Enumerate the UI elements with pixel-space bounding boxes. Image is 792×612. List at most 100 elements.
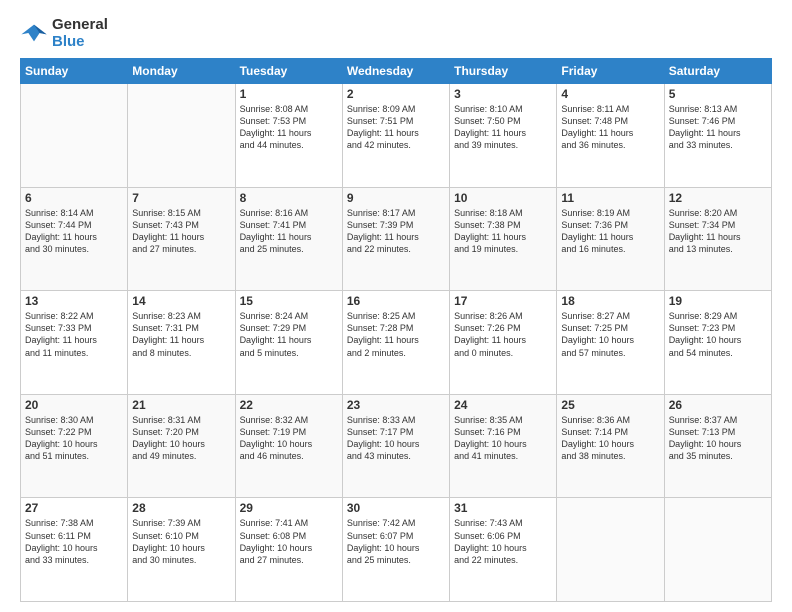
cell-info: Sunrise: 8:36 AM Sunset: 7:14 PM Dayligh… bbox=[561, 414, 659, 463]
cell-info: Sunrise: 7:38 AM Sunset: 6:11 PM Dayligh… bbox=[25, 517, 123, 566]
day-number: 19 bbox=[669, 294, 767, 308]
cell-info: Sunrise: 8:18 AM Sunset: 7:38 PM Dayligh… bbox=[454, 207, 552, 256]
calendar-cell: 12 Sunrise: 8:20 AM Sunset: 7:34 PM Dayli… bbox=[664, 187, 771, 291]
day-number: 15 bbox=[240, 294, 338, 308]
calendar-cell: 13Sunrise: 8:22 AM Sunset: 7:33 PM Dayli… bbox=[21, 291, 128, 395]
day-number: 12 bbox=[669, 191, 767, 205]
calendar-cell: 20Sunrise: 8:30 AM Sunset: 7:22 PM Dayli… bbox=[21, 394, 128, 498]
week-row-5: 27 Sunrise: 7:38 AM Sunset: 6:11 PM Dayli… bbox=[21, 498, 772, 602]
day-number: 6 bbox=[25, 191, 123, 205]
col-header-thursday: Thursday bbox=[450, 59, 557, 84]
day-number: 10 bbox=[454, 191, 552, 205]
cell-info: Sunrise: 8:27 AM Sunset: 7:25 PM Dayligh… bbox=[561, 310, 659, 359]
col-header-friday: Friday bbox=[557, 59, 664, 84]
day-number: 18 bbox=[561, 294, 659, 308]
day-number: 3 bbox=[454, 87, 552, 101]
page: General Blue SundayMondayTuesdayWednesda… bbox=[0, 0, 792, 612]
day-number: 27 bbox=[25, 501, 123, 515]
day-number: 14 bbox=[132, 294, 230, 308]
day-number: 17 bbox=[454, 294, 552, 308]
day-number: 21 bbox=[132, 398, 230, 412]
cell-info: Sunrise: 7:39 AM Sunset: 6:10 PM Dayligh… bbox=[132, 517, 230, 566]
calendar-cell: 6 Sunrise: 8:14 AM Sunset: 7:44 PM Daylig… bbox=[21, 187, 128, 291]
day-number: 1 bbox=[240, 87, 338, 101]
week-row-4: 20Sunrise: 8:30 AM Sunset: 7:22 PM Dayli… bbox=[21, 394, 772, 498]
day-number: 8 bbox=[240, 191, 338, 205]
cell-info: Sunrise: 8:14 AM Sunset: 7:44 PM Dayligh… bbox=[25, 207, 123, 256]
calendar-table: SundayMondayTuesdayWednesdayThursdayFrid… bbox=[20, 58, 772, 602]
calendar-cell bbox=[664, 498, 771, 602]
calendar-cell: 18 Sunrise: 8:27 AM Sunset: 7:25 PM Dayli… bbox=[557, 291, 664, 395]
col-header-sunday: Sunday bbox=[21, 59, 128, 84]
calendar-cell: 3Sunrise: 8:10 AM Sunset: 7:50 PM Daylig… bbox=[450, 84, 557, 188]
cell-info: Sunrise: 8:26 AM Sunset: 7:26 PM Dayligh… bbox=[454, 310, 552, 359]
calendar-cell: 25 Sunrise: 8:36 AM Sunset: 7:14 PM Dayli… bbox=[557, 394, 664, 498]
calendar-cell: 16Sunrise: 8:25 AM Sunset: 7:28 PM Dayli… bbox=[342, 291, 449, 395]
calendar-cell: 14 Sunrise: 8:23 AM Sunset: 7:31 PM Dayli… bbox=[128, 291, 235, 395]
day-number: 28 bbox=[132, 501, 230, 515]
cell-info: Sunrise: 8:24 AM Sunset: 7:29 PM Dayligh… bbox=[240, 310, 338, 359]
cell-info: Sunrise: 8:35 AM Sunset: 7:16 PM Dayligh… bbox=[454, 414, 552, 463]
calendar-cell bbox=[557, 498, 664, 602]
day-number: 11 bbox=[561, 191, 659, 205]
cell-info: Sunrise: 8:22 AM Sunset: 7:33 PM Dayligh… bbox=[25, 310, 123, 359]
col-header-tuesday: Tuesday bbox=[235, 59, 342, 84]
col-header-saturday: Saturday bbox=[664, 59, 771, 84]
calendar-cell: 28 Sunrise: 7:39 AM Sunset: 6:10 PM Dayli… bbox=[128, 498, 235, 602]
week-row-3: 13Sunrise: 8:22 AM Sunset: 7:33 PM Dayli… bbox=[21, 291, 772, 395]
cell-info: Sunrise: 8:09 AM Sunset: 7:51 PM Dayligh… bbox=[347, 103, 445, 152]
logo-icon bbox=[20, 19, 48, 47]
week-row-1: 1 Sunrise: 8:08 AM Sunset: 7:53 PM Daylig… bbox=[21, 84, 772, 188]
header-row: SundayMondayTuesdayWednesdayThursdayFrid… bbox=[21, 59, 772, 84]
calendar-cell: 27 Sunrise: 7:38 AM Sunset: 6:11 PM Dayli… bbox=[21, 498, 128, 602]
day-number: 22 bbox=[240, 398, 338, 412]
cell-info: Sunrise: 8:33 AM Sunset: 7:17 PM Dayligh… bbox=[347, 414, 445, 463]
cell-info: Sunrise: 8:15 AM Sunset: 7:43 PM Dayligh… bbox=[132, 207, 230, 256]
day-number: 16 bbox=[347, 294, 445, 308]
calendar-cell: 17 Sunrise: 8:26 AM Sunset: 7:26 PM Dayli… bbox=[450, 291, 557, 395]
cell-info: Sunrise: 8:17 AM Sunset: 7:39 PM Dayligh… bbox=[347, 207, 445, 256]
calendar-cell: 1 Sunrise: 8:08 AM Sunset: 7:53 PM Daylig… bbox=[235, 84, 342, 188]
day-number: 4 bbox=[561, 87, 659, 101]
day-number: 30 bbox=[347, 501, 445, 515]
cell-info: Sunrise: 8:16 AM Sunset: 7:41 PM Dayligh… bbox=[240, 207, 338, 256]
cell-info: Sunrise: 8:29 AM Sunset: 7:23 PM Dayligh… bbox=[669, 310, 767, 359]
week-row-2: 6 Sunrise: 8:14 AM Sunset: 7:44 PM Daylig… bbox=[21, 187, 772, 291]
cell-info: Sunrise: 8:08 AM Sunset: 7:53 PM Dayligh… bbox=[240, 103, 338, 152]
col-header-monday: Monday bbox=[128, 59, 235, 84]
day-number: 20 bbox=[25, 398, 123, 412]
col-header-wednesday: Wednesday bbox=[342, 59, 449, 84]
day-number: 9 bbox=[347, 191, 445, 205]
day-number: 31 bbox=[454, 501, 552, 515]
calendar-cell bbox=[21, 84, 128, 188]
day-number: 24 bbox=[454, 398, 552, 412]
day-number: 23 bbox=[347, 398, 445, 412]
calendar-cell: 23 Sunrise: 8:33 AM Sunset: 7:17 PM Dayli… bbox=[342, 394, 449, 498]
cell-info: Sunrise: 7:41 AM Sunset: 6:08 PM Dayligh… bbox=[240, 517, 338, 566]
cell-info: Sunrise: 8:23 AM Sunset: 7:31 PM Dayligh… bbox=[132, 310, 230, 359]
day-number: 29 bbox=[240, 501, 338, 515]
calendar-cell: 31 Sunrise: 7:43 AM Sunset: 6:06 PM Dayli… bbox=[450, 498, 557, 602]
cell-info: Sunrise: 8:20 AM Sunset: 7:34 PM Dayligh… bbox=[669, 207, 767, 256]
cell-info: Sunrise: 8:37 AM Sunset: 7:13 PM Dayligh… bbox=[669, 414, 767, 463]
calendar-cell: 7 Sunrise: 8:15 AM Sunset: 7:43 PM Daylig… bbox=[128, 187, 235, 291]
logo: General Blue bbox=[20, 16, 108, 50]
calendar-cell: 26Sunrise: 8:37 AM Sunset: 7:13 PM Dayli… bbox=[664, 394, 771, 498]
calendar-cell: 4Sunrise: 8:11 AM Sunset: 7:48 PM Daylig… bbox=[557, 84, 664, 188]
day-number: 7 bbox=[132, 191, 230, 205]
calendar-cell: 9 Sunrise: 8:17 AM Sunset: 7:39 PM Daylig… bbox=[342, 187, 449, 291]
calendar-cell bbox=[128, 84, 235, 188]
day-number: 25 bbox=[561, 398, 659, 412]
calendar-cell: 5Sunrise: 8:13 AM Sunset: 7:46 PM Daylig… bbox=[664, 84, 771, 188]
calendar-cell: 19 Sunrise: 8:29 AM Sunset: 7:23 PM Dayli… bbox=[664, 291, 771, 395]
cell-info: Sunrise: 8:19 AM Sunset: 7:36 PM Dayligh… bbox=[561, 207, 659, 256]
cell-info: Sunrise: 8:31 AM Sunset: 7:20 PM Dayligh… bbox=[132, 414, 230, 463]
calendar-cell: 15 Sunrise: 8:24 AM Sunset: 7:29 PM Dayli… bbox=[235, 291, 342, 395]
calendar-cell: 10 Sunrise: 8:18 AM Sunset: 7:38 PM Dayli… bbox=[450, 187, 557, 291]
day-number: 2 bbox=[347, 87, 445, 101]
calendar-cell: 11 Sunrise: 8:19 AM Sunset: 7:36 PM Dayli… bbox=[557, 187, 664, 291]
calendar-cell: 24 Sunrise: 8:35 AM Sunset: 7:16 PM Dayli… bbox=[450, 394, 557, 498]
cell-info: Sunrise: 7:43 AM Sunset: 6:06 PM Dayligh… bbox=[454, 517, 552, 566]
cell-info: Sunrise: 8:32 AM Sunset: 7:19 PM Dayligh… bbox=[240, 414, 338, 463]
cell-info: Sunrise: 7:42 AM Sunset: 6:07 PM Dayligh… bbox=[347, 517, 445, 566]
